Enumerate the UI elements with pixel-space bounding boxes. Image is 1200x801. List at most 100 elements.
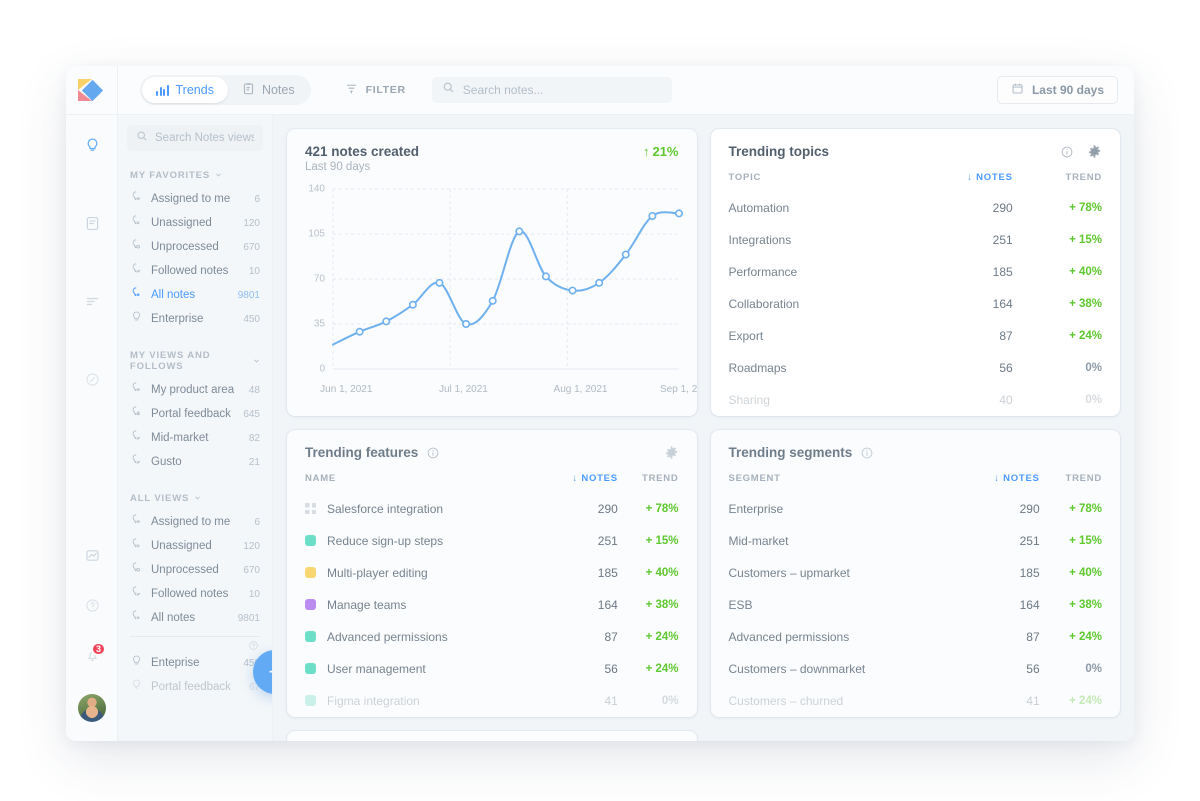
view-row-all-notes[interactable]: All notes 9801 [118,283,272,307]
view-row-all-notes[interactable]: All notes 9801 [118,606,272,630]
view-count: 9801 [237,289,260,301]
trending-segments-header: Trending segments [711,430,1121,460]
row-name: Collaboration [728,297,800,311]
col-trend[interactable]: TREND [1013,159,1102,192]
rail-item-notifications[interactable]: 3 [66,633,118,683]
col-name[interactable]: SEGMENT [729,460,963,493]
table-row[interactable]: Advanced permissions 87 + 24% [305,621,679,653]
view-row-unassigned[interactable]: Unassigned 120 [118,211,272,235]
y-axis-tick: 0 [319,363,325,375]
views-search-input[interactable] [155,132,254,144]
info-icon[interactable] [860,446,874,460]
table-row[interactable]: Customers – upmarket 185 + 40% [729,557,1103,589]
filter-button[interactable]: FILTER [345,82,406,98]
view-row-mid-market[interactable]: Mid-market 82 [118,426,272,450]
note-assigned-icon [130,190,143,208]
rail-item-portal[interactable] [66,357,118,407]
view-row-assigned-to-me[interactable]: Assigned to me 6 [118,187,272,211]
view-row-enteprise[interactable]: Enteprise 450 [118,651,272,675]
view-row-unprocessed[interactable]: Unprocessed 670 [118,235,272,259]
view-row-enterprise[interactable]: Enterprise 450 [118,307,272,331]
table-row[interactable]: Collaboration 164 + 38% [729,288,1103,320]
col-notes[interactable]: ↓ NOTES [542,460,617,493]
rail-item-notes[interactable] [66,201,118,251]
reports-icon [84,547,101,569]
feature-color-swatch [305,663,316,674]
view-row-unassigned[interactable]: Unassigned 120 [118,534,272,558]
note-unprocessed-icon [130,238,143,256]
view-label: Unprocessed [151,564,219,576]
view-count: 48 [248,384,260,396]
view-row-followed-notes[interactable]: Followed notes 10 [118,582,272,606]
view-row-portal-feedback[interactable]: Portal feedback 67 [118,675,272,699]
app-logo[interactable] [66,66,118,114]
table-row[interactable]: Multi-player editing 185 + 40% [305,557,679,589]
view-row-gusto[interactable]: Gusto 21 [118,450,272,474]
chevron-down-icon [194,493,201,504]
rail-item-help[interactable] [66,583,118,633]
tab-trends[interactable]: Trends [142,77,228,103]
view-label: Portal feedback [151,408,231,420]
col-name[interactable]: TOPIC [729,159,902,192]
col-notes[interactable]: ↓ NOTES [962,460,1040,493]
insight-icon [130,678,143,696]
col-notes[interactable]: ↓ NOTES [902,159,1013,192]
table-row[interactable]: Customers – downmarket 56 0% [729,653,1103,685]
view-row-assigned-to-me[interactable]: Assigned to me 6 [118,510,272,534]
date-range-button[interactable]: Last 90 days [996,76,1118,104]
table-row[interactable]: Salesforce integration 290 + 78% [305,493,679,525]
table-row[interactable]: Advanced permissions 87 + 24% [729,621,1103,653]
table-row[interactable]: Mid-market 251 + 15% [729,525,1103,557]
view-row-portal-feedback[interactable]: Portal feedback 645 [118,402,272,426]
views-search-box[interactable] [127,125,263,151]
trending-topics-header: Trending topics [711,129,1121,159]
view-count: 6 [254,516,260,528]
table-row[interactable]: Reduce sign-up steps 251 + 15% [305,525,679,557]
table-row[interactable]: Enterprise 290 + 78% [729,493,1103,525]
col-name[interactable]: NAME [305,460,542,493]
table-row[interactable]: Export 87 + 24% [729,320,1103,352]
table-row[interactable]: Manage teams 164 + 38% [305,589,679,621]
line-chart[interactable]: 0 35 70 105 140 Jun 1, 2021 Jul 1, 2021 Aug 1, … [293,183,696,396]
view-row-followed-notes[interactable]: Followed notes 10 [118,259,272,283]
user-avatar-button[interactable] [66,683,118,733]
views-help-icon[interactable] [118,637,272,651]
gear-icon[interactable] [664,445,679,460]
rail-item-reports[interactable] [66,533,118,583]
table-row[interactable]: Customers – churned 41 + 24% [729,685,1103,717]
view-row-my-product-area[interactable]: My product area 48 [118,378,272,402]
col-trend[interactable]: TREND [618,460,679,493]
row-notes: 185 [992,265,1013,279]
view-count: 670 [243,564,260,576]
tab-notes[interactable]: Notes [228,77,309,103]
table-row[interactable]: Integrations 251 + 15% [729,224,1103,256]
table-row[interactable]: Automation 290 + 78% [729,192,1103,224]
table-row[interactable]: Sharing 40 0% [729,384,1103,416]
info-icon[interactable] [426,446,440,460]
col-trend[interactable]: TREND [1040,460,1102,493]
table-row[interactable]: User management 56 + 24% [305,653,679,685]
row-trend: + 15% [1069,234,1102,246]
row-trend: + 24% [1069,330,1102,342]
views-section-header[interactable]: MY VIEWS AND FOLLOWS [118,350,272,372]
trending-features-card: Trending features NAME ↓ NOTES TREND Sal… [287,430,697,717]
chevron-down-icon [253,356,260,367]
row-trend: + 40% [645,567,679,579]
views-section-header[interactable]: MY FAVORITES [118,170,272,181]
view-label: Followed notes [151,588,229,600]
table-row[interactable]: Roadmaps 56 0% [729,352,1103,384]
row-notes: 87 [1026,630,1040,644]
search-notes-box[interactable] [431,77,672,103]
view-label: Unassigned [151,217,212,229]
views-section-header[interactable]: ALL VIEWS [118,493,272,504]
gear-icon[interactable] [1087,144,1102,159]
view-row-unprocessed[interactable]: Unprocessed 670 [118,558,272,582]
table-row[interactable]: Figma integration 41 0% [305,685,679,717]
row-notes: 164 [597,598,618,612]
info-icon[interactable] [1060,145,1074,159]
search-notes-input[interactable] [462,83,662,97]
rail-item-features[interactable] [66,279,118,329]
table-row[interactable]: ESB 164 + 38% [729,589,1103,621]
rail-item-insights[interactable] [66,123,118,173]
table-row[interactable]: Performance 185 + 40% [729,256,1103,288]
